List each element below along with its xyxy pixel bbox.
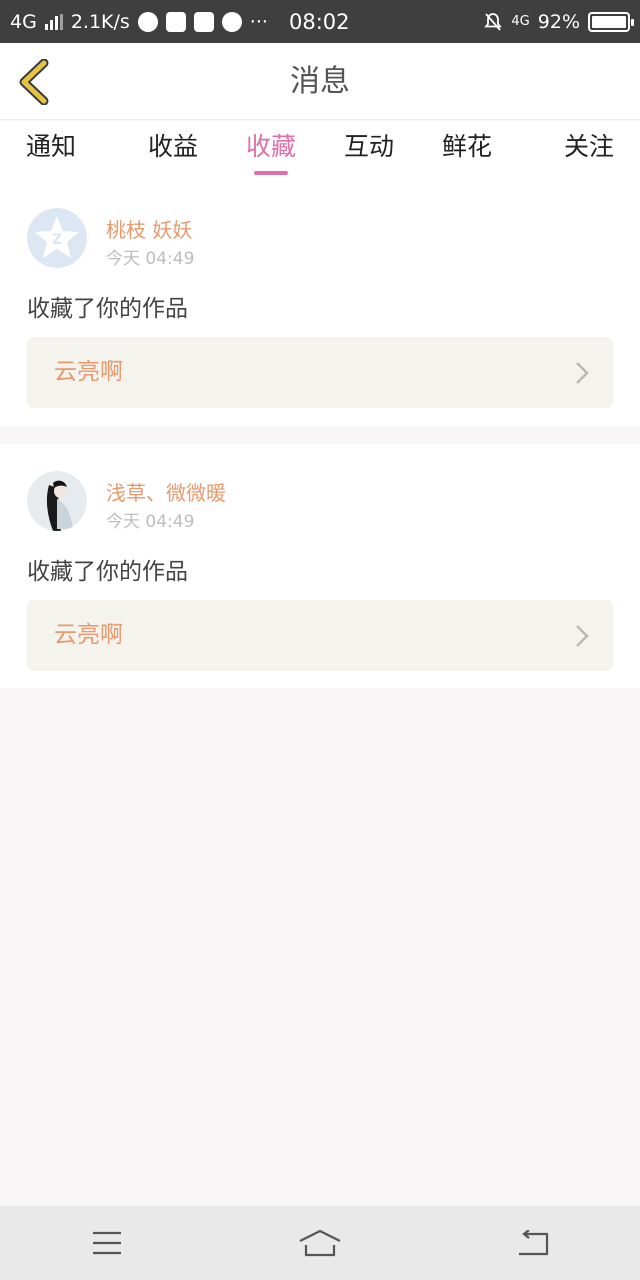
avatar[interactable] [27,471,87,531]
battery-icon [588,11,634,32]
work-link[interactable]: 云亮啊 [27,337,613,408]
message-card: Z 桃枝 妖妖 今天 04:49 收藏了你的作品 云亮啊 [0,181,640,426]
chevron-right-icon [576,625,589,647]
home-icon [299,1229,341,1257]
more-notifications-icon: ··· [249,10,268,33]
clock: 08:02 [289,9,350,34]
tab-label: 通知 [26,132,77,161]
status-bar: 4G 2.1K/s ··· 08:02 4G 92% [0,0,640,43]
tab-label: 收藏 [245,132,296,161]
return-icon [519,1230,549,1256]
status-left: 4G 2.1K/s ··· [10,11,268,33]
network-label: 4G [10,10,37,33]
system-nav-bar [0,1206,640,1280]
tab-favorites[interactable]: 收藏 [222,121,320,181]
active-tab-indicator [254,171,288,175]
back-system-button[interactable] [493,1213,573,1273]
message-action: 收藏了你的作品 [27,559,188,585]
app-icon [165,11,186,32]
work-title: 云亮啊 [54,359,123,385]
svg-text:Z: Z [52,232,62,248]
user-name[interactable]: 浅草、微微暖 [106,477,226,506]
girl-avatar-icon [27,471,87,531]
video-icon [193,11,214,32]
chevron-right-icon [576,362,589,384]
tab-bar: 通知 收益 收藏 互动 鲜花 关注 [0,121,640,181]
tab-interactions[interactable]: 互动 [320,121,418,181]
home-button[interactable] [280,1213,360,1273]
tab-label: 收益 [147,132,198,161]
signal-icon [44,13,63,30]
user-name[interactable]: 桃枝 妖妖 [106,214,192,243]
work-link[interactable]: 云亮啊 [27,600,613,671]
header: 消息 [0,43,640,120]
message-card: 浅草、微微暖 今天 04:49 收藏了你的作品 云亮啊 [0,444,640,688]
browser-icon [137,11,158,32]
tab-label: 鲜花 [441,132,492,161]
menu-icon [92,1231,121,1255]
star-avatar-icon: Z [27,208,87,268]
message-time: 今天 04:49 [106,512,195,532]
battery-percent: 92% [537,10,580,33]
network-right-label: 4G [511,14,530,29]
tab-follows[interactable]: 关注 [516,121,640,181]
qq-icon [221,11,242,32]
avatar[interactable]: Z [27,208,87,268]
message-action: 收藏了你的作品 [27,296,188,322]
network-speed: 2.1K/s [70,10,130,33]
page-title: 消息 [290,64,350,99]
message-time: 今天 04:49 [106,249,195,269]
menu-button[interactable] [67,1213,147,1273]
tab-flowers[interactable]: 鲜花 [418,121,516,181]
work-title: 云亮啊 [54,622,123,648]
bell-muted-icon [484,12,503,31]
status-right: 4G 92% [483,10,634,33]
tab-earnings[interactable]: 收益 [124,121,222,181]
tab-notifications[interactable]: 通知 [0,121,124,181]
tab-label: 互动 [343,132,394,161]
tab-label: 关注 [563,132,614,161]
